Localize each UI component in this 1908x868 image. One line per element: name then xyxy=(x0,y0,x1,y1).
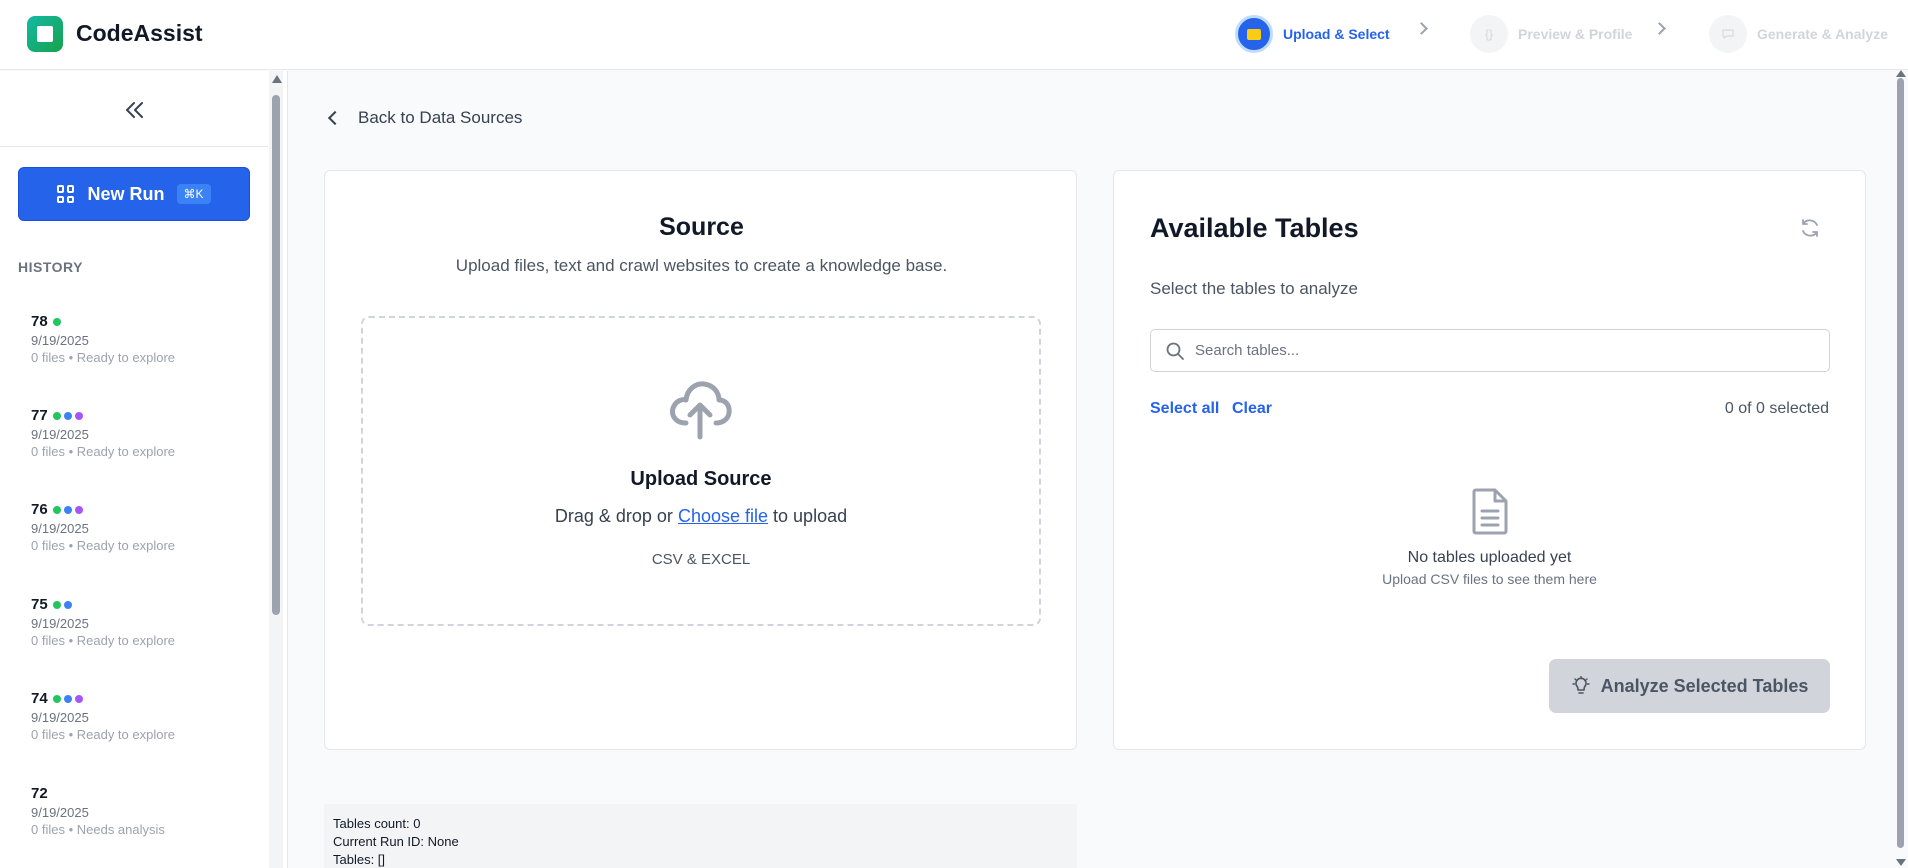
history-item-75[interactable]: 75 9/19/2025 0 files • Ready to explore xyxy=(31,596,251,648)
empty-state-title: No tables uploaded yet xyxy=(1407,549,1572,566)
history-item-76[interactable]: 76 9/19/2025 0 files • Ready to explore xyxy=(31,501,251,553)
top-header: CodeAssist Upload & Select {} Preview & … xyxy=(0,0,1908,70)
step-label: Upload & Select xyxy=(1283,26,1390,42)
sidebar: New Run ⌘K HISTORY 78 9/19/2025 0 files … xyxy=(0,71,288,868)
step-label: Preview & Profile xyxy=(1518,26,1633,42)
chat-bubble-icon xyxy=(1709,15,1747,53)
back-label: Back to Data Sources xyxy=(358,108,523,127)
debug-panel: Tables count: 0 Current Run ID: None Tab… xyxy=(324,804,1077,868)
debug-current-run: Current Run ID: None xyxy=(333,834,459,849)
run-status: 0 files • Ready to explore xyxy=(31,633,176,648)
upload-instruction: Drag & drop or Choose file to upload xyxy=(363,506,1039,527)
run-number: 78 xyxy=(31,313,48,330)
empty-state-subtitle: Upload CSV files to see them here xyxy=(1382,571,1597,587)
run-status: 0 files • Ready to explore xyxy=(31,727,176,742)
history-title: HISTORY xyxy=(18,259,83,275)
status-dot xyxy=(52,600,61,609)
search-icon xyxy=(1166,342,1184,360)
scroll-up-arrow-icon[interactable] xyxy=(272,75,282,83)
status-dot xyxy=(63,411,72,420)
status-dot xyxy=(63,600,72,609)
run-date: 9/19/2025 xyxy=(31,805,89,820)
source-title: Source xyxy=(659,213,744,241)
search-tables-box[interactable] xyxy=(1150,329,1830,372)
run-date: 9/19/2025 xyxy=(31,427,89,442)
status-dot xyxy=(52,317,61,326)
available-tables-subtitle: Select the tables to analyze xyxy=(1150,279,1358,298)
status-dot xyxy=(63,505,72,514)
upload-dropzone[interactable]: Upload Source Drag & drop or Choose file… xyxy=(361,316,1041,626)
sidebar-collapse-area xyxy=(0,71,268,147)
run-date: 9/19/2025 xyxy=(31,333,89,348)
status-dot xyxy=(52,694,61,703)
run-status: 0 files • Ready to explore xyxy=(31,444,176,459)
debug-tables: Tables: [] xyxy=(333,852,386,867)
app-logo-icon xyxy=(27,16,63,52)
refresh-icon[interactable] xyxy=(1799,217,1821,239)
history-item-74[interactable]: 74 9/19/2025 0 files • Ready to explore xyxy=(31,690,251,742)
collapse-sidebar-icon[interactable] xyxy=(122,100,146,120)
analyze-selected-tables-button[interactable]: Analyze Selected Tables xyxy=(1549,659,1830,713)
history-item-77[interactable]: 77 9/19/2025 0 files • Ready to explore xyxy=(31,407,251,459)
step-upload-select[interactable]: Upload & Select xyxy=(1235,14,1390,54)
new-run-button[interactable]: New Run ⌘K xyxy=(18,167,250,221)
scroll-up-arrow-icon[interactable] xyxy=(1896,70,1906,77)
folder-icon xyxy=(1235,15,1273,53)
available-tables-title: Available Tables xyxy=(1150,213,1359,243)
debug-tables-count: Tables count: 0 xyxy=(333,816,421,831)
run-number: 77 xyxy=(31,407,48,424)
sidebar-scrollbar[interactable] xyxy=(269,71,283,868)
selected-count: 0 of 0 selected xyxy=(1724,400,1829,417)
scroll-thumb[interactable] xyxy=(1897,78,1904,848)
step-preview-profile[interactable]: {} Preview & Profile xyxy=(1470,14,1632,54)
lightbulb-icon xyxy=(1571,676,1590,694)
history-item-72[interactable]: 72 9/19/2025 0 files • Needs analysis xyxy=(31,785,251,837)
new-run-label: New Run xyxy=(87,183,165,204)
run-number: 74 xyxy=(31,690,48,707)
run-number: 76 xyxy=(31,501,48,518)
choose-file-link[interactable]: Choose file xyxy=(678,506,768,526)
history-item-78[interactable]: 78 9/19/2025 0 files • Ready to explore xyxy=(31,313,251,365)
source-subtitle: Upload files, text and crawl websites to… xyxy=(455,256,948,275)
grid-icon xyxy=(57,185,75,203)
step-label: Generate & Analyze xyxy=(1757,26,1888,42)
chevron-right-icon xyxy=(1415,22,1428,35)
shortcut-badge: ⌘K xyxy=(176,184,211,204)
cloud-upload-icon xyxy=(670,381,732,440)
search-tables-input[interactable] xyxy=(1195,342,1795,359)
chevron-left-icon xyxy=(327,110,343,126)
step-generate-analyze[interactable]: Generate & Analyze xyxy=(1709,14,1888,54)
run-number: 75 xyxy=(31,596,48,613)
status-dot xyxy=(74,505,83,514)
scroll-down-arrow-icon[interactable] xyxy=(1896,859,1906,866)
code-braces-icon: {} xyxy=(1470,15,1508,53)
status-dot xyxy=(52,505,61,514)
source-card: Source Upload files, text and crawl webs… xyxy=(324,170,1077,750)
run-date: 9/19/2025 xyxy=(31,521,89,536)
drag-text: Drag & drop or xyxy=(554,506,673,526)
analyze-label: Analyze Selected Tables xyxy=(1600,675,1809,696)
status-dot xyxy=(52,411,61,420)
to-upload-text: to upload xyxy=(773,506,848,526)
run-number: 72 xyxy=(31,785,48,802)
run-status: 0 files • Ready to explore xyxy=(31,350,176,365)
status-dot xyxy=(74,694,83,703)
clear-button[interactable]: Clear xyxy=(1232,400,1272,418)
status-dot xyxy=(63,694,72,703)
accepted-types: CSV & EXCEL xyxy=(651,551,751,568)
back-to-data-sources-link[interactable]: Back to Data Sources xyxy=(327,108,523,128)
run-status: 0 files • Needs analysis xyxy=(31,822,165,837)
main-scrollbar[interactable] xyxy=(1893,70,1908,868)
app-title: CodeAssist xyxy=(76,20,203,46)
run-date: 9/19/2025 xyxy=(31,616,89,631)
select-all-button[interactable]: Select all xyxy=(1150,400,1219,418)
scroll-thumb[interactable] xyxy=(272,95,280,615)
document-icon xyxy=(1472,488,1508,535)
upload-source-title: Upload Source xyxy=(630,468,772,490)
chevron-right-icon xyxy=(1653,22,1666,35)
run-status: 0 files • Ready to explore xyxy=(31,538,176,553)
available-tables-card: Available Tables Select the tables to an… xyxy=(1113,170,1866,750)
status-dot xyxy=(74,411,83,420)
run-date: 9/19/2025 xyxy=(31,710,89,725)
